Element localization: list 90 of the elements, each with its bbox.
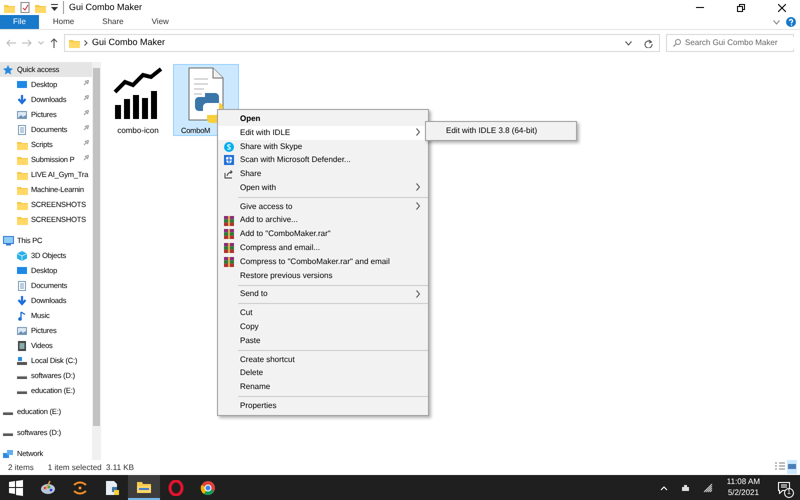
menu-item[interactable]: Copy — [218, 320, 428, 334]
close-icon — [778, 4, 786, 12]
menu-item[interactable]: Edit with IDLE — [218, 126, 428, 140]
menu-item[interactable]: Open with — [218, 180, 428, 195]
document-icon — [17, 124, 28, 134]
menu-item[interactable]: Restore previous versions — [218, 268, 428, 283]
star-icon — [3, 64, 14, 74]
dropdown-icon[interactable] — [625, 40, 632, 46]
archive-icon — [224, 256, 234, 267]
menu-item[interactable]: Delete — [218, 366, 428, 380]
breadcrumb-chevron-icon — [84, 40, 88, 46]
drive-icon — [17, 356, 28, 366]
minimize-icon — [696, 7, 704, 8]
wifi-icon — [702, 482, 713, 492]
archive-icon — [224, 243, 234, 254]
folder-taskbar-button[interactable] — [128, 475, 160, 500]
palette-icon — [40, 480, 56, 496]
cube-icon — [17, 250, 28, 260]
picture-icon — [17, 326, 28, 336]
desktop-icon — [17, 80, 28, 90]
folder-icon — [17, 140, 28, 150]
download-icon — [17, 94, 28, 104]
globe-icon — [200, 480, 216, 496]
document-icon — [17, 280, 28, 290]
download-icon — [17, 296, 28, 306]
film-icon — [17, 340, 28, 350]
folder-icon — [4, 2, 15, 12]
ring-icon — [168, 480, 184, 496]
menu-item[interactable]: Cut — [218, 306, 428, 320]
ribbon-tab[interactable]: Home — [38, 15, 88, 29]
computer-icon — [3, 236, 14, 246]
start-icon — [8, 480, 24, 496]
menu-item[interactable]: Share — [218, 167, 428, 181]
menu-item[interactable]: Scan with Microsoft Defender... — [218, 153, 428, 168]
large-icons-view-icon — [787, 462, 797, 472]
item-count: 2 items — [8, 462, 34, 474]
picture-icon — [17, 110, 28, 120]
ribbon-tab[interactable]: View — [138, 15, 183, 29]
menu-item[interactable]: Edit with IDLE 3.8 (64-bit) — [426, 124, 576, 138]
archive-icon — [224, 229, 234, 240]
details-view-icon — [775, 462, 785, 472]
ribbon-tab[interactable]: Share — [88, 15, 138, 29]
refresh-icon[interactable] — [644, 38, 653, 48]
address-bar[interactable]: Gui Combo Maker — [64, 34, 660, 52]
file-item[interactable]: combo-icon — [105, 64, 171, 136]
ribbon-tab[interactable]: File — [0, 15, 39, 29]
desktop-icon — [17, 266, 28, 276]
clock-date: 5/2/2021 — [726, 488, 760, 498]
menu-item[interactable]: Add to archive... — [218, 214, 428, 228]
clock-time: 11:08 AM — [726, 477, 760, 488]
menu-item[interactable]: Give access to — [218, 200, 428, 214]
skype-icon — [224, 142, 234, 152]
up-icon[interactable] — [50, 38, 58, 48]
network-icon — [680, 482, 691, 492]
breadcrumb-item[interactable]: Gui Combo Maker — [92, 36, 166, 50]
folder-icon — [17, 200, 28, 210]
message-icon — [778, 482, 790, 494]
menu-item[interactable]: Compress to "ComboMaker.rar" and email — [218, 254, 428, 269]
shield-icon — [224, 155, 234, 166]
network-icon — [3, 448, 14, 458]
menu-item[interactable]: Create shortcut — [218, 352, 428, 367]
menu-item[interactable]: Share with Skype — [218, 140, 428, 154]
folder-icon — [69, 38, 80, 48]
restore-icon — [737, 4, 745, 12]
selection-info: 1 item selected 3.11 KB — [48, 462, 134, 474]
orbit-icon — [72, 480, 88, 496]
menu-item[interactable]: Send to — [218, 288, 428, 302]
help-icon[interactable] — [786, 17, 796, 27]
scrollbar[interactable] — [92, 62, 101, 460]
window-title: Gui Combo Maker — [63, 0, 142, 14]
menu-item[interactable]: Paste — [218, 334, 428, 348]
large-icons-view-button[interactable] — [787, 460, 797, 474]
folder-icon — [17, 154, 28, 164]
music-note-icon — [17, 310, 28, 320]
python-file-icon — [104, 480, 120, 496]
menu-item[interactable]: Properties — [218, 399, 428, 413]
search-icon — [673, 39, 681, 47]
dropdown-icon[interactable] — [51, 4, 58, 12]
clock[interactable]: 11:08 AM 5/2/2021 — [726, 477, 760, 498]
folder-icon — [17, 214, 28, 224]
menu-item[interactable]: Add to "ComboMaker.rar" — [218, 227, 428, 242]
expand-icon[interactable] — [773, 20, 780, 24]
share-icon — [224, 169, 234, 180]
menu-item[interactable]: Rename — [218, 380, 428, 394]
search-field[interactable]: Search Gui Combo Maker — [666, 34, 794, 52]
folder-icon — [17, 170, 28, 180]
folder-icon — [17, 184, 28, 194]
menu-item[interactable]: Compress and email... — [218, 241, 428, 255]
properties-icon[interactable] — [20, 2, 30, 13]
archive-icon — [224, 216, 234, 226]
